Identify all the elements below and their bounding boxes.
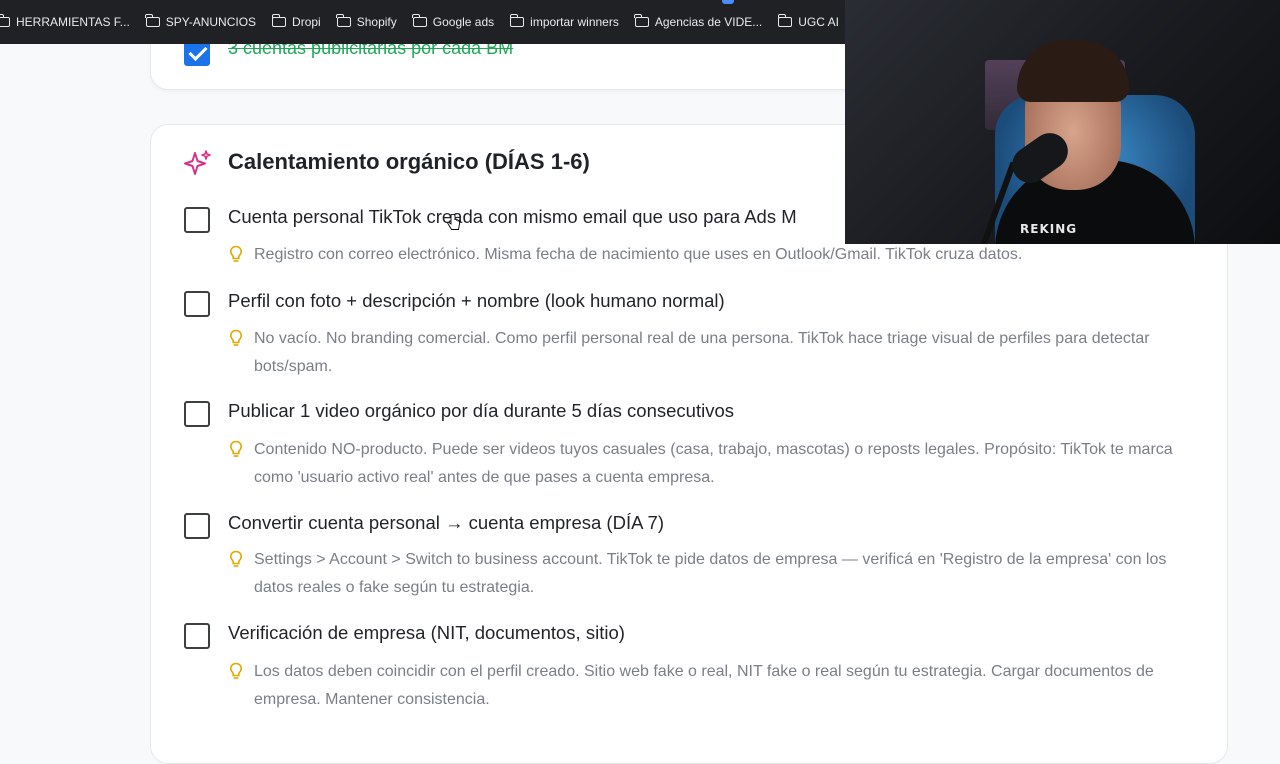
tab-indicator — [722, 0, 734, 4]
folder-icon — [271, 14, 287, 27]
item-checkbox[interactable] — [184, 623, 210, 649]
folder-icon — [412, 14, 427, 27]
folder-icon — [0, 14, 10, 27]
section-title: Calentamiento orgánico (DÍAS 1-6) — [228, 149, 590, 174]
bookmark-dropi[interactable]: Dropi — [271, 10, 321, 34]
bookmark-label: Dropi — [292, 15, 321, 29]
item-tip: Registro con correo electrónico. Misma f… — [254, 246, 1023, 263]
item-checkbox[interactable] — [184, 401, 210, 427]
shirt-text: REKING — [1020, 222, 1078, 236]
item-title: Publicar 1 video orgánico por día durant… — [228, 400, 734, 421]
lightbulb-icon — [229, 662, 243, 679]
person-hair — [1017, 40, 1129, 102]
bookmark-google-ads[interactable]: Google ads — [412, 10, 495, 34]
webcam-overlay: REKING — [845, 0, 1280, 244]
bookmark-agencias[interactable]: Agencias de VIDE... — [634, 10, 763, 34]
item-tip: Settings > Account > Switch to business … — [254, 551, 1167, 596]
item-title: Verificación de empresa (NIT, documentos… — [228, 622, 625, 643]
bookmark-ugc-ai[interactable]: UGC AI — [777, 10, 839, 34]
bookmark-importar-winners[interactable]: importar winners — [509, 10, 619, 34]
lightbulb-icon — [229, 550, 243, 567]
item-title: Cuenta personal TikTok creada con mismo … — [228, 206, 797, 227]
lightbulb-icon — [229, 440, 243, 457]
bookmark-label: Google ads — [432, 15, 495, 29]
folder-icon — [777, 14, 793, 27]
item-tip: Contenido NO-producto. Puede ser videos … — [254, 441, 1173, 486]
folder-icon — [634, 14, 649, 27]
bookmark-label: Agencias de VIDE... — [654, 15, 763, 29]
item-tip: Los datos deben coincidir con el perfil … — [254, 663, 1154, 708]
item-checkbox[interactable] — [184, 291, 210, 317]
folder-icon — [145, 14, 160, 27]
bookmark-label: SPY-ANUNCIOS — [165, 15, 257, 29]
folder-icon — [336, 14, 351, 27]
bookmark-label: Shopify — [356, 15, 397, 29]
bookmark-label: UGC AI — [798, 15, 839, 29]
bookmark-label: HERRAMIENTAS F... — [16, 15, 130, 29]
bookmark-spy-anuncios[interactable]: SPY-ANUNCIOS — [145, 10, 257, 34]
folder-icon — [509, 14, 525, 27]
item-title: Perfil con foto + descripción + nombre (… — [228, 290, 725, 311]
bookmark-shopify[interactable]: Shopify — [336, 10, 397, 34]
bookmark-herramientas[interactable]: HERRAMIENTAS F... — [0, 10, 130, 34]
item-checkbox[interactable] — [184, 513, 210, 539]
bookmark-label: importar winners — [530, 15, 619, 29]
lightbulb-icon — [229, 329, 243, 346]
item-tip: No vacío. No branding comercial. Como pe… — [254, 330, 1150, 375]
item-checkbox[interactable] — [184, 207, 210, 233]
item-title: Convertir cuenta personal → cuenta empre… — [228, 512, 664, 533]
sparkle-icon — [184, 150, 211, 175]
lightbulb-icon — [229, 245, 243, 262]
hand-cursor-icon — [447, 214, 460, 230]
